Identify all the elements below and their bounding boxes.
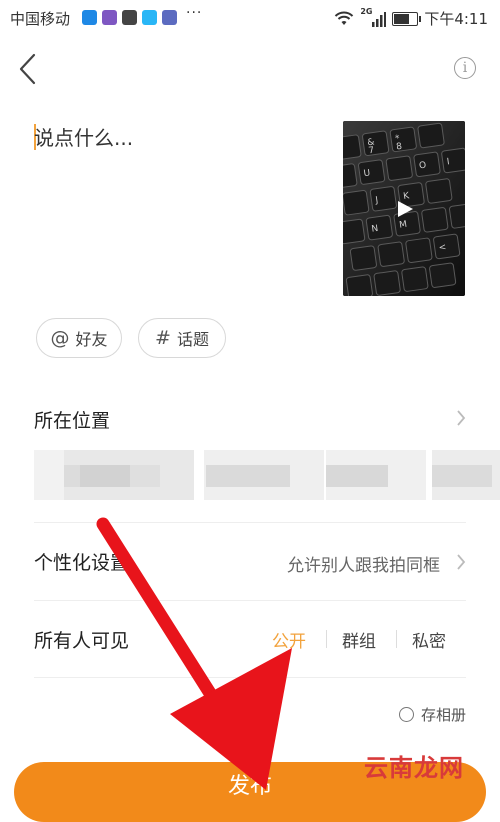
visibility-label: 所有人可见 — [34, 630, 130, 652]
location-label: 所在位置 — [34, 410, 111, 432]
add-topic-button[interactable]: # 话题 — [138, 318, 226, 358]
visibility-option-group[interactable]: 群组 — [342, 627, 376, 652]
notification-icons — [82, 10, 177, 25]
save-to-album-label: 存相册 — [420, 706, 466, 724]
app-notification-icon — [162, 10, 177, 25]
location-row[interactable]: 所在位置 — [0, 395, 500, 441]
post-text-input[interactable]: 说点什么... — [34, 122, 324, 162]
app-notification-icon — [102, 10, 117, 25]
at-icon: @ — [50, 327, 70, 349]
app-notification-icon — [82, 10, 97, 25]
clock: 下午4:11 — [424, 10, 488, 28]
chevron-right-icon — [457, 554, 466, 570]
personalize-value: 允许别人跟我拍同框 — [287, 556, 440, 576]
mention-friends-label: 好友 — [75, 330, 108, 349]
chevron-right-icon — [457, 410, 466, 426]
key-label: < — [438, 243, 447, 254]
radio-icon — [398, 707, 414, 722]
watermark: 云南龙网 — [364, 754, 464, 782]
divider — [34, 677, 466, 678]
separator — [396, 630, 397, 648]
save-to-album-toggle[interactable]: 存相册 — [398, 704, 466, 725]
divider — [34, 600, 466, 601]
add-topic-label: 话题 — [176, 330, 209, 349]
key-label: U — [363, 168, 371, 179]
key-label: M — [399, 220, 408, 231]
info-icon[interactable]: i — [454, 57, 476, 79]
app-notification-icon — [122, 10, 137, 25]
chevron-left-icon[interactable] — [16, 52, 40, 86]
personalize-row[interactable]: 个性化设置 允许别人跟我拍同框 — [0, 535, 500, 591]
battery-icon — [392, 11, 422, 26]
location-suggestions[interactable] — [34, 450, 500, 500]
hashtag-icon: # — [155, 327, 171, 349]
key-label: O — [419, 161, 427, 172]
divider — [34, 522, 466, 523]
video-thumbnail[interactable]: & * 7 8 U O J K N M < I — [343, 121, 465, 296]
separator — [326, 630, 327, 648]
mention-friends-button[interactable]: @ 好友 — [36, 318, 122, 358]
carrier-label: 中国移动 — [10, 10, 71, 28]
key-label: N — [371, 224, 379, 235]
visibility-option-public[interactable]: 公开 — [272, 627, 306, 652]
wifi-icon — [335, 11, 354, 25]
signal-icon: 2G — [360, 7, 387, 27]
status-bar: 中国移动 ··· 2G 下午4:11 — [0, 0, 500, 34]
visibility-option-private[interactable]: 私密 — [412, 627, 446, 652]
app-notification-icon — [142, 10, 157, 25]
more-notifications-icon: ··· — [186, 5, 203, 21]
personalize-label: 个性化设置 — [34, 552, 130, 574]
